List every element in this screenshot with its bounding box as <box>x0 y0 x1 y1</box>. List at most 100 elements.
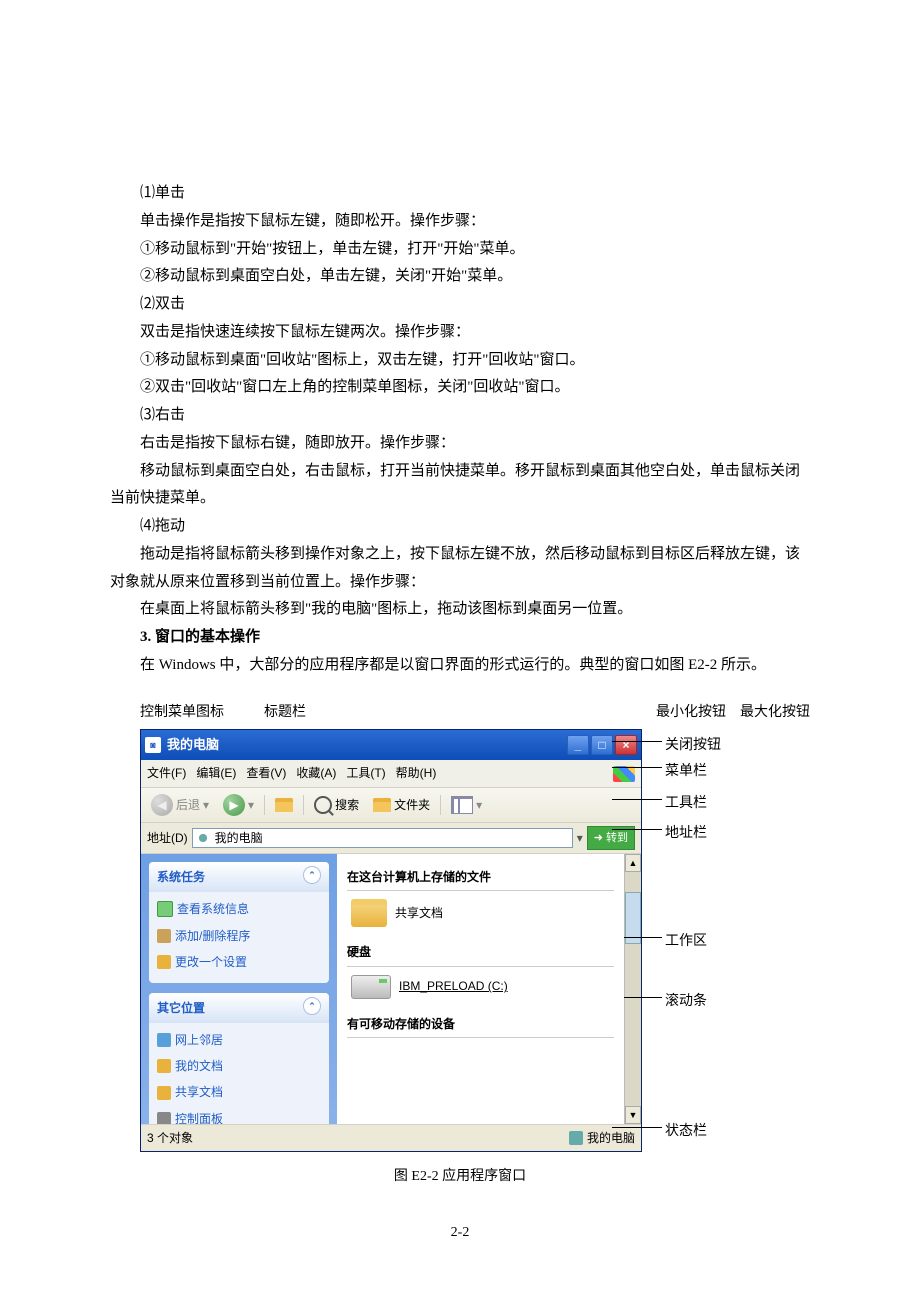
item-shared-docs[interactable]: 共享文档 <box>347 891 614 935</box>
paragraph: ⑵双击 <box>110 291 810 319</box>
up-folder-icon <box>275 798 293 812</box>
menu-edit[interactable]: 编辑(E) <box>196 762 236 784</box>
address-bar: 地址(D) ▾ 转到 <box>141 823 641 854</box>
category-header: 硬盘 <box>347 939 614 966</box>
content-area[interactable]: 在这台计算机上存储的文件 共享文档 硬盘 IBM_PRELOAD (C:) 有可… <box>337 854 624 1124</box>
task-add-remove[interactable]: 添加/删除程序 <box>157 923 321 949</box>
panel-system-tasks: 系统任务 ⌃ 查看系统信息 添加/删除程序 更改一个设置 <box>149 862 329 983</box>
paragraph: ⑷拖动 <box>110 513 810 541</box>
callout-control-icon: 控制菜单图标 <box>140 700 224 726</box>
paragraph: 拖动是指将鼠标箭头移到操作对象之上，按下鼠标左键不放，然后移动鼠标到目标区后释放… <box>110 541 810 597</box>
menu-favorites[interactable]: 收藏(A) <box>296 762 336 784</box>
paragraph: ②移动鼠标到桌面空白处，单击左键，关闭"开始"菜单。 <box>110 263 810 291</box>
chevron-up-icon[interactable]: ⌃ <box>303 997 321 1015</box>
menubar: 文件(F) 编辑(E) 查看(V) 收藏(A) 工具(T) 帮助(H) <box>141 760 641 787</box>
scroll-down-arrow-icon[interactable]: ▼ <box>625 1106 641 1124</box>
dropdown-arrow-icon[interactable]: ▾ <box>577 827 583 849</box>
task-pane: 系统任务 ⌃ 查看系统信息 添加/删除程序 更改一个设置 其它位置 ⌃ 网上邻居 我… <box>141 854 337 1124</box>
search-button[interactable]: 搜索 <box>310 792 363 818</box>
minimize-button[interactable]: _ <box>567 735 589 755</box>
views-button[interactable]: ▾ <box>447 792 486 818</box>
back-button[interactable]: ◀后退 ▾ <box>147 792 213 818</box>
up-button[interactable] <box>271 796 297 814</box>
panel-title: 系统任务 <box>157 866 205 888</box>
item-label: IBM_PRELOAD (C:) <box>399 975 508 997</box>
status-right: 我的电脑 <box>587 1127 635 1149</box>
menu-view[interactable]: 查看(V) <box>246 762 286 784</box>
control-panel-icon <box>157 1112 171 1124</box>
page-number: 2-2 <box>110 1220 810 1246</box>
task-view-sys-info[interactable]: 查看系统信息 <box>157 896 321 922</box>
place-shared-docs[interactable]: 共享文档 <box>157 1079 321 1105</box>
separator <box>440 795 441 815</box>
network-icon <box>157 1033 171 1047</box>
separator <box>264 795 265 815</box>
separator <box>303 795 304 815</box>
callout-statusbar: 状态栏 <box>665 1124 707 1139</box>
address-input[interactable] <box>192 828 573 848</box>
callout-titlebar: 标题栏 <box>264 700 306 726</box>
callout-menubar: 菜单栏 <box>665 764 707 779</box>
paragraph: 单击操作是指按下鼠标左键，随即松开。操作步骤： <box>110 208 810 236</box>
paragraph: 移动鼠标到桌面空白处，右击鼠标，打开当前快捷菜单。移开鼠标到桌面其他空白处，单击… <box>110 458 810 514</box>
address-label: 地址(D) <box>147 827 188 849</box>
my-computer-icon <box>569 1131 583 1145</box>
item-drive-c[interactable]: IBM_PRELOAD (C:) <box>347 967 614 1007</box>
menu-help[interactable]: 帮助(H) <box>396 762 437 784</box>
window-title: 我的电脑 <box>167 733 219 757</box>
search-icon <box>314 796 332 814</box>
callout-addrbar: 地址栏 <box>665 826 707 841</box>
scroll-track[interactable] <box>625 944 641 1106</box>
close-button[interactable]: × <box>615 735 637 755</box>
forward-button[interactable]: ▶ ▾ <box>219 792 258 818</box>
figure-e2-2: 控制菜单图标 标题栏 最小化按钮 最大化按钮 关闭按钮 菜单栏 工具栏 地址栏 … <box>110 700 810 1191</box>
menu-tools[interactable]: 工具(T) <box>346 762 385 784</box>
paragraph: ①移动鼠标到"开始"按钮上，单击左键，打开"开始"菜单。 <box>110 236 810 264</box>
paragraph: 在 Windows 中，大部分的应用程序都是以窗口界面的形式运行的。典型的窗口如… <box>110 652 810 680</box>
callout-min: 最小化按钮 <box>656 700 726 726</box>
callout-scrollbar: 滚动条 <box>665 994 707 1009</box>
scroll-up-arrow-icon[interactable]: ▲ <box>625 854 641 872</box>
callouts-top: 控制菜单图标 标题栏 最小化按钮 最大化按钮 <box>110 700 810 726</box>
chevron-up-icon[interactable]: ⌃ <box>303 866 321 884</box>
window-my-computer: ◙ 我的电脑 _ □ × 文件(F) 编辑(E) 查看(V) 收藏(A) 工具(… <box>140 729 642 1152</box>
folders-icon <box>373 798 391 812</box>
callout-close: 关闭按钮 <box>665 738 721 753</box>
category-header: 有可移动存储的设备 <box>347 1011 614 1038</box>
settings-icon <box>157 955 171 969</box>
figure-caption: 图 E2-2 应用程序窗口 <box>110 1164 810 1190</box>
hard-drive-icon <box>351 975 391 999</box>
task-change-setting[interactable]: 更改一个设置 <box>157 949 321 975</box>
callout-max: 最大化按钮 <box>740 700 810 726</box>
heading-3: 3. 窗口的基本操作 <box>110 624 810 652</box>
views-icon <box>451 796 473 814</box>
folder-icon <box>351 899 387 927</box>
folder-icon <box>157 1086 171 1100</box>
menu-file[interactable]: 文件(F) <box>147 762 186 784</box>
panel-title: 其它位置 <box>157 997 205 1019</box>
category-header: 在这台计算机上存储的文件 <box>347 864 614 891</box>
forward-arrow-icon: ▶ <box>223 794 245 816</box>
paragraph: ⑶右击 <box>110 402 810 430</box>
maximize-button[interactable]: □ <box>591 735 613 755</box>
vertical-scrollbar[interactable]: ▲ ▼ <box>624 854 641 1124</box>
back-arrow-icon: ◀ <box>151 794 173 816</box>
control-menu-icon[interactable]: ◙ <box>145 737 161 753</box>
info-icon <box>157 901 173 917</box>
place-my-docs[interactable]: 我的文档 <box>157 1053 321 1079</box>
titlebar[interactable]: ◙ 我的电脑 _ □ × <box>141 730 641 760</box>
paragraph: 右击是指按下鼠标右键，随即放开。操作步骤： <box>110 430 810 458</box>
toolbar: ◀后退 ▾ ▶ ▾ 搜索 文件夹 ▾ <box>141 788 641 823</box>
paragraph: ①移动鼠标到桌面"回收站"图标上，双击左键，打开"回收站"窗口。 <box>110 347 810 375</box>
paragraph: ②双击"回收站"窗口左上角的控制菜单图标，关闭"回收站"窗口。 <box>110 374 810 402</box>
item-label: 共享文档 <box>395 902 443 924</box>
client-area: 系统任务 ⌃ 查看系统信息 添加/删除程序 更改一个设置 其它位置 ⌃ 网上邻居 我… <box>141 854 641 1124</box>
panel-other-places: 其它位置 ⌃ 网上邻居 我的文档 共享文档 控制面板 <box>149 993 329 1124</box>
scroll-thumb[interactable] <box>625 892 641 944</box>
folders-button[interactable]: 文件夹 <box>369 792 434 818</box>
paragraph: 双击是指快速连续按下鼠标左键两次。操作步骤： <box>110 319 810 347</box>
place-control-panel[interactable]: 控制面板 <box>157 1106 321 1125</box>
place-network[interactable]: 网上邻居 <box>157 1027 321 1053</box>
paragraph: 在桌面上将鼠标箭头移到"我的电脑"图标上，拖动该图标到桌面另一位置。 <box>110 596 810 624</box>
add-remove-icon <box>157 929 171 943</box>
